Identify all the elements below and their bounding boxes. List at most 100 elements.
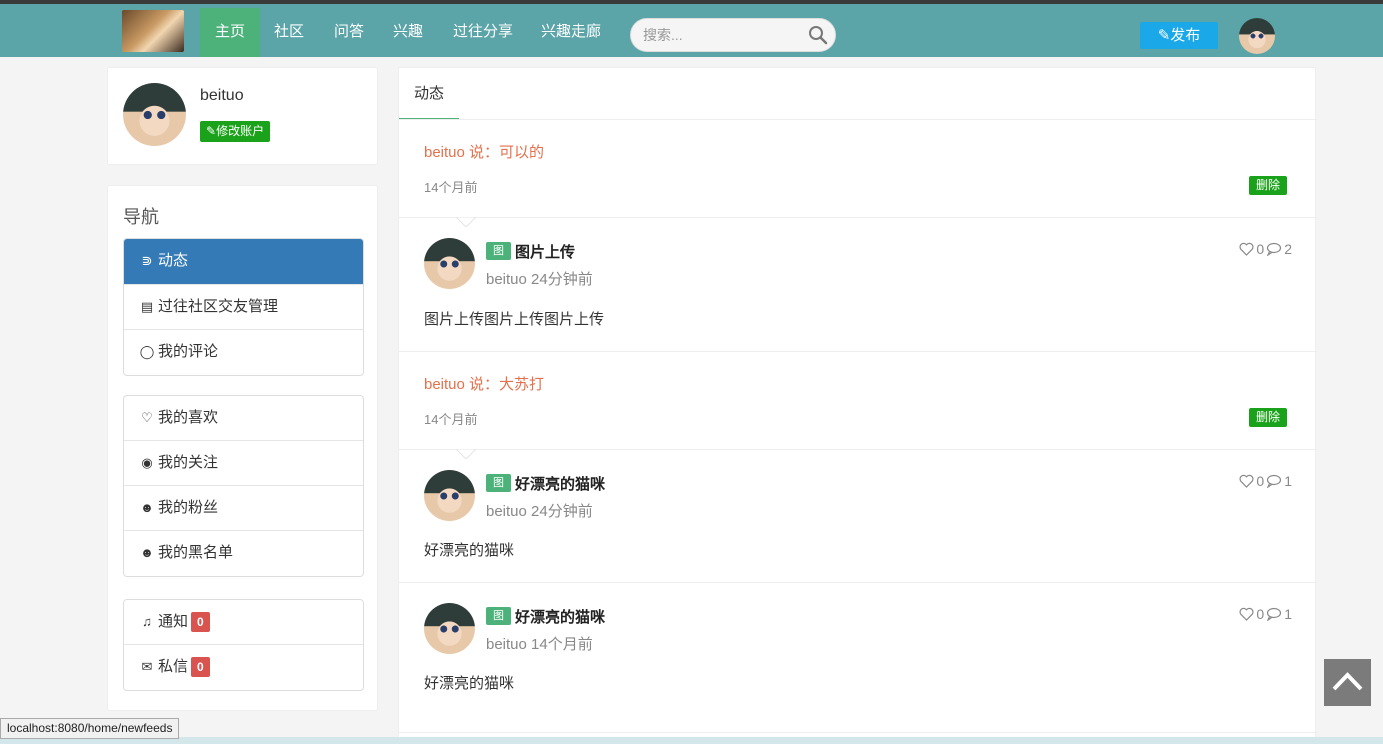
search-icon[interactable]: [807, 24, 829, 46]
nav-interest[interactable]: 兴趣: [378, 8, 438, 57]
sidebar-item-label: 过往社区交友管理: [158, 298, 279, 315]
comment-time: 14个月前: [424, 412, 478, 427]
post-author-avatar[interactable]: [424, 470, 475, 521]
post-stats: 0 1: [1239, 606, 1292, 622]
comment-count: 1: [1284, 473, 1292, 489]
sidebar-item-label: 我的喜欢: [158, 409, 219, 426]
sidebar-item-community-manage[interactable]: ▤ 过往社区交友管理: [124, 285, 363, 330]
post-author-avatar[interactable]: [424, 603, 475, 654]
sidebar-item-followers[interactable]: ☻ 我的粉丝: [124, 486, 363, 531]
like-count: 0: [1256, 606, 1265, 622]
post-title[interactable]: 图片上传: [515, 241, 575, 262]
comment-icon[interactable]: [1266, 242, 1282, 256]
comment-count: 2: [1284, 241, 1292, 257]
sidebar-item-label: 通知: [158, 613, 189, 630]
edit-account-button[interactable]: ✎修改账户: [200, 121, 271, 142]
delete-button[interactable]: 删除: [1249, 176, 1287, 195]
search-box: [630, 18, 836, 52]
post-meta: beituo 24分钟前: [486, 503, 593, 520]
sidebar-item-feeds[interactable]: ⋑ 动态: [124, 239, 363, 285]
heart-icon[interactable]: [1239, 474, 1254, 488]
nav-community[interactable]: 社区: [259, 8, 319, 57]
sidebar-item-label: 私信: [158, 658, 189, 675]
comment-time: 14个月前: [424, 180, 478, 195]
profile-avatar[interactable]: [123, 83, 186, 146]
sidebar-heading: 导航: [123, 207, 159, 227]
sidebar-group-feeds: ⋑ 动态 ▤ 过往社区交友管理 ◯ 我的评论: [123, 238, 364, 376]
profile-card: beituo ✎修改账户: [107, 67, 378, 165]
top-navbar: 主页 社区 问答 兴趣 过往分享 兴趣走廊 ✎发布: [0, 0, 1383, 57]
back-to-top-button[interactable]: [1324, 659, 1371, 706]
sidebar-item-blacklist[interactable]: ☻ 我的黑名单: [124, 531, 363, 576]
nav-home[interactable]: 主页: [200, 8, 261, 57]
image-tag-badge: 图: [486, 474, 511, 492]
delete-button[interactable]: 删除: [1249, 408, 1287, 427]
sidebar-item-messages[interactable]: ✉ 私信 0: [124, 645, 363, 690]
feed-post-item: 图 好漂亮的猫咪 beituo 14个月前 好漂亮的猫咪 0 1: [399, 583, 1317, 733]
feed-comment-item: beituo 说：大苏打 14个月前 删除: [399, 352, 1317, 459]
users-icon: ☻: [140, 500, 154, 515]
sidebar-nav-card: 导航 ⋑ 动态 ▤ 过往社区交友管理 ◯ 我的评论 ♡ 我的喜欢 ◉ 我的关注 ☻ 我的粉丝…: [107, 185, 378, 711]
comment-icon: ◯: [139, 344, 155, 359]
sidebar-group-social: ♡ 我的喜欢 ◉ 我的关注 ☻ 我的粉丝 ☻ 我的黑名单: [123, 395, 364, 577]
heart-icon[interactable]: [1239, 607, 1254, 621]
notification-count-badge: 0: [191, 612, 210, 633]
image-tag-badge: 图: [486, 607, 511, 625]
feed-post-item: 图 好漂亮的猫咪 beituo 24分钟前 好漂亮的猫咪 0 1: [399, 450, 1317, 583]
image-tag-badge: 图: [486, 242, 511, 260]
sidebar-item-label: 我的粉丝: [158, 499, 219, 516]
post-stats: 0 1: [1239, 473, 1292, 489]
post-body: 图片上传图片上传图片上传: [424, 311, 605, 328]
like-count: 0: [1256, 473, 1265, 489]
feed-comment-item: beituo 说：可以的 14个月前 删除: [399, 120, 1317, 227]
feed-panel: 动态 beituo 说：可以的 14个月前 删除 图 图片上传 beituo 2…: [398, 67, 1317, 744]
nav-past-share[interactable]: 过往分享: [438, 8, 528, 57]
sidebar-item-my-likes[interactable]: ♡ 我的喜欢: [124, 396, 363, 441]
nav-interest-gallery[interactable]: 兴趣走廊: [526, 8, 616, 57]
feed-post-item: 图 图片上传 beituo 24分钟前 图片上传图片上传图片上传 0 2: [399, 218, 1317, 352]
like-count: 0: [1256, 241, 1265, 257]
sidebar-item-following[interactable]: ◉ 我的关注: [124, 441, 363, 486]
eye-icon: ◉: [141, 455, 153, 470]
nav-qa[interactable]: 问答: [319, 8, 379, 57]
post-meta: beituo 24分钟前: [486, 271, 593, 288]
comment-icon[interactable]: [1266, 474, 1282, 488]
edit-account-label: 修改账户: [216, 124, 265, 138]
message-count-badge: 0: [191, 657, 210, 678]
envelope-icon: ✉: [141, 659, 153, 674]
post-body: 好漂亮的猫咪: [424, 542, 515, 559]
post-meta: beituo 14个月前: [486, 636, 593, 653]
publish-button[interactable]: ✎发布: [1140, 22, 1218, 49]
browser-status-url: localhost:8080/home/newfeeds: [0, 718, 180, 739]
post-title[interactable]: 好漂亮的猫咪: [515, 473, 605, 494]
user-avatar[interactable]: [1239, 18, 1275, 54]
comment-text[interactable]: beituo 说：可以的: [424, 141, 544, 162]
sidebar-item-label: 我的评论: [158, 343, 219, 360]
search-input[interactable]: [643, 25, 803, 45]
sidebar-item-notifications[interactable]: ♫ 通知 0: [124, 600, 363, 645]
profile-username: beituo: [200, 87, 244, 104]
sidebar-item-label: 动态: [158, 252, 189, 269]
post-title[interactable]: 好漂亮的猫咪: [515, 606, 605, 627]
page-bottom-strip: [0, 737, 1383, 744]
heart-icon[interactable]: [1239, 242, 1254, 256]
pencil-icon: ✎: [206, 124, 217, 138]
post-body: 好漂亮的猫咪: [424, 675, 515, 692]
comment-icon[interactable]: [1266, 607, 1282, 621]
tab-feeds[interactable]: 动态: [399, 68, 459, 120]
heart-icon: ♡: [141, 410, 153, 425]
document-icon: ▤: [140, 299, 154, 314]
sidebar-item-label: 我的关注: [158, 454, 219, 471]
sidebar-item-label: 我的黑名单: [158, 544, 234, 561]
pen-icon: ✎: [1157, 27, 1171, 44]
users-icon: ☻: [140, 545, 154, 560]
site-logo[interactable]: [122, 10, 184, 52]
sidebar-group-messages: ♫ 通知 0 ✉ 私信 0: [123, 599, 364, 691]
comment-text[interactable]: beituo 说：大苏打: [424, 373, 544, 394]
comment-count: 1: [1284, 606, 1292, 622]
sidebar-item-my-comments[interactable]: ◯ 我的评论: [124, 330, 363, 375]
publish-label: 发布: [1170, 27, 1201, 44]
chevron-up-icon: [1332, 672, 1363, 691]
rss-icon: ⋑: [141, 253, 153, 268]
post-author-avatar[interactable]: [424, 238, 475, 289]
